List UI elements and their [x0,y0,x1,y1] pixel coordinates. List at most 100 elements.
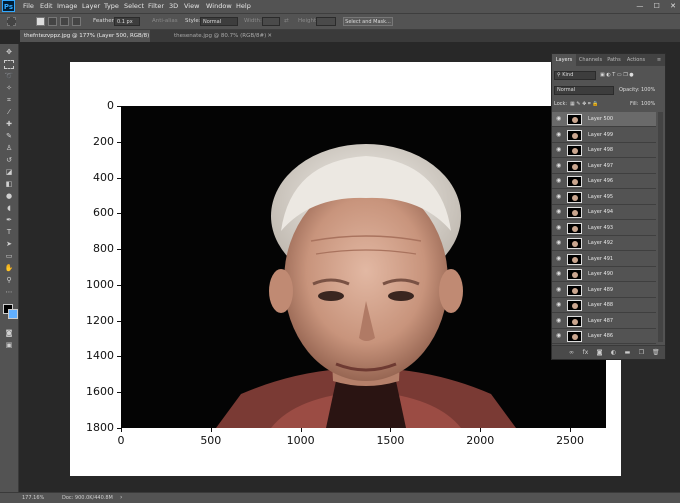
adjustment-layer-icon[interactable]: ◐ [610,349,617,356]
new-group-icon[interactable]: ▬ [624,349,631,356]
maximize-icon[interactable]: ☐ [654,2,660,10]
visibility-eye-icon[interactable]: ◉ [556,302,563,308]
tab-channels[interactable]: Channels [577,54,604,66]
new-selection-icon[interactable] [36,17,45,26]
kind-filter-select[interactable]: ⚲ Kind [554,71,596,80]
layer-row[interactable]: ◉ Layer 486 [552,329,656,344]
visibility-eye-icon[interactable]: ◉ [556,333,563,339]
visibility-eye-icon[interactable]: ◉ [556,209,563,215]
dodge-tool-icon[interactable]: ◖ [4,204,14,213]
layer-row[interactable]: ◉ Layer 493 [552,221,656,236]
document-size[interactable]: Doc: 900.0K/440.8M [62,495,113,501]
marquee-tool-icon[interactable] [4,60,14,69]
layer-row[interactable]: ◉ Layer 495 [552,190,656,205]
type-tool-icon[interactable]: T [4,228,14,237]
screen-mode-icon[interactable]: ▣ [4,341,14,350]
background-color-swatch[interactable] [8,309,18,319]
layers-scrollbar[interactable] [658,112,663,342]
menu-file[interactable]: File [23,2,34,10]
blend-mode-select[interactable]: Normal [554,86,614,95]
tab-paths[interactable]: Paths [605,54,623,66]
lock-icons[interactable]: ▦ ✎ ✥ ⌗ 🔒 [570,101,620,110]
add-selection-icon[interactable] [48,17,57,26]
visibility-eye-icon[interactable]: ◉ [556,317,563,324]
menu-layer[interactable]: Layer [82,2,100,10]
add-mask-icon[interactable]: ◙ [596,349,603,356]
history-brush-icon[interactable]: ↺ [4,156,14,165]
marquee-preset-icon[interactable] [7,17,16,26]
layer-style-icon[interactable]: fx [582,349,589,356]
zoom-tool-icon[interactable]: ⚲ [4,276,14,285]
visibility-eye-icon[interactable]: ◉ [556,193,563,200]
delete-layer-icon[interactable]: 🗑 [652,349,660,356]
more-tools-icon[interactable]: ⋯ [4,288,14,297]
menu-image[interactable]: Image [57,2,77,10]
layer-row[interactable]: ◉ Layer 492 [552,236,656,251]
path-selection-icon[interactable]: ➤ [4,240,14,249]
new-layer-icon[interactable]: ❐ [638,349,645,356]
menu-edit[interactable]: Edit [40,2,53,10]
minimize-icon[interactable]: — [636,2,643,10]
visibility-eye-icon[interactable]: ◉ [556,240,563,246]
tab-actions[interactable]: Actions [624,54,648,66]
layer-row[interactable]: ◉ Layer 496 [552,174,656,189]
lasso-tool-icon[interactable]: ➰ [4,72,14,81]
anti-alias-checkbox[interactable]: Anti-alias [152,18,178,24]
tab-active-document[interactable]: thefntezvppz.jpg @ 177% (Layer 500, RGB/… [20,30,150,51]
layer-row[interactable]: ◉ Layer 491 [552,252,656,267]
subtract-selection-icon[interactable] [60,17,69,26]
blur-tool-icon[interactable]: ● [4,192,14,201]
crop-tool-icon[interactable]: ⌗ [4,96,14,105]
menu-view[interactable]: View [184,2,199,10]
menu-window[interactable]: Window [206,2,232,10]
pen-tool-icon[interactable]: ✒ [4,216,14,225]
menu-help[interactable]: Help [236,2,251,10]
layer-row[interactable]: ◉ Layer 498 [552,143,656,158]
opacity-input[interactable]: 100% [641,87,655,96]
width-input[interactable] [262,17,280,26]
zoom-level[interactable]: 177.16% [22,495,44,501]
layer-row[interactable]: ◉ Layer 488 [552,298,656,313]
layer-row[interactable]: ◉ Layer 499 [552,128,656,143]
layer-row[interactable]: ◉ Layer 487 [552,314,656,329]
paint-bucket-icon[interactable]: ◧ [4,180,14,189]
swap-icon[interactable]: ⇄ [284,18,289,24]
menu-type[interactable]: Type [104,2,119,10]
visibility-eye-icon[interactable]: ◉ [556,178,563,184]
tab-close-icon[interactable]: ✕ [267,30,272,42]
feather-input[interactable]: 0.1 px [114,17,140,26]
style-select[interactable]: Normal [200,17,238,26]
eraser-icon[interactable]: ◪ [4,168,14,177]
magic-wand-icon[interactable]: ✧ [4,84,14,93]
panel-menu-icon[interactable]: ≡ [655,54,663,66]
eyedropper-icon[interactable]: ⁄ [4,108,14,117]
height-input[interactable] [316,17,336,26]
visibility-eye-icon[interactable]: ◉ [556,131,563,138]
visibility-eye-icon[interactable]: ◉ [556,116,563,122]
link-layers-icon[interactable]: ∞ [568,349,575,356]
hand-tool-icon[interactable]: ✋ [4,264,14,273]
status-arrow-icon[interactable]: › [120,494,122,501]
layer-row[interactable]: ◉ Layer 500 [552,112,656,127]
select-and-mask-button[interactable]: Select and Mask... [343,17,393,26]
menu-filter[interactable]: Filter [148,2,164,10]
layer-row[interactable]: ◉ Layer 497 [552,159,656,174]
layer-row[interactable]: ◉ Layer 490 [552,267,656,282]
brush-tool-icon[interactable]: ✎ [4,132,14,141]
menu-3d[interactable]: 3D [169,2,178,10]
fill-input[interactable]: 100% [641,101,655,110]
visibility-eye-icon[interactable]: ◉ [556,162,563,169]
intersect-selection-icon[interactable] [72,17,81,26]
layer-row[interactable]: ◉ Layer 489 [552,283,656,298]
rectangle-tool-icon[interactable]: ▭ [4,252,14,261]
visibility-eye-icon[interactable]: ◉ [556,255,563,262]
layer-row[interactable]: ◉ Layer 494 [552,205,656,220]
visibility-eye-icon[interactable]: ◉ [556,286,563,293]
tab-thesenate[interactable]: thesenate.jpg @ 80.7% (RGB/8#) ✕ [170,30,275,42]
move-tool-icon[interactable]: ✥ [4,48,14,57]
visibility-eye-icon[interactable]: ◉ [556,147,563,153]
filter-icons[interactable]: ▣ ◐ T ▭ ❐ ● [600,72,662,81]
clone-stamp-icon[interactable]: ♙ [4,144,14,153]
tab-layers[interactable]: Layers [552,54,576,66]
visibility-eye-icon[interactable]: ◉ [556,271,563,277]
